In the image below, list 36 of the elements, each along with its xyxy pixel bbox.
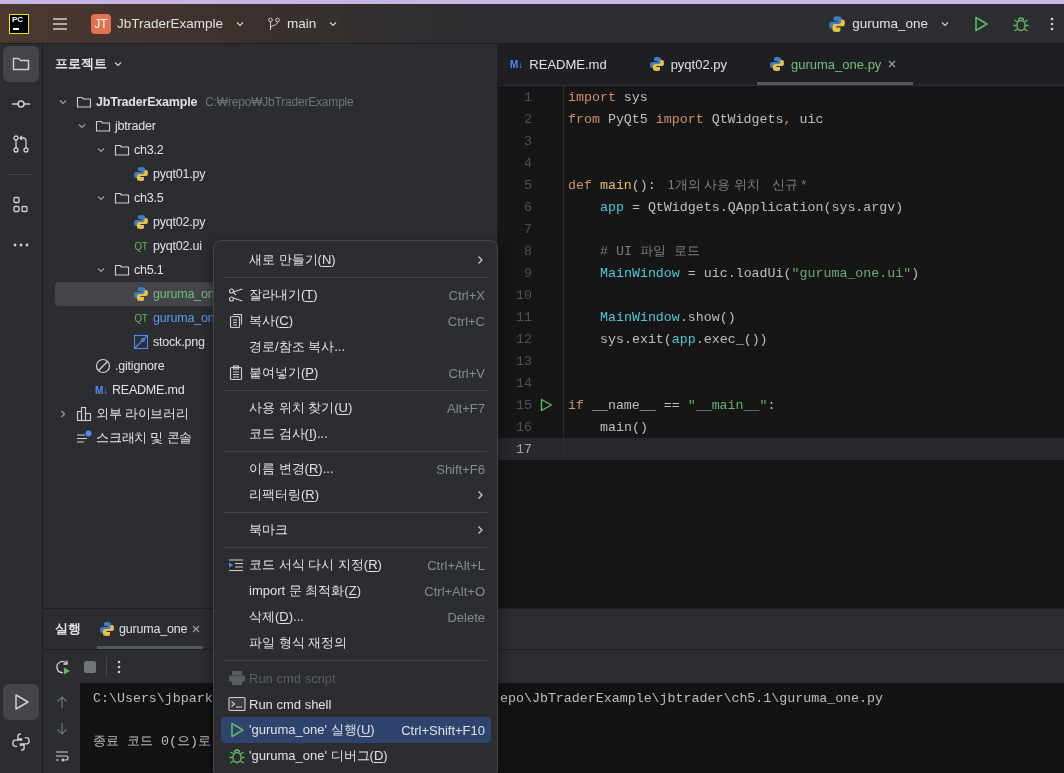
console-line: epo\JbTraderExample\jbtrader\ch5.1\guruma_one.py <box>500 690 883 706</box>
line-number: 9 <box>523 265 532 281</box>
line-number: 13 <box>515 353 532 369</box>
line-number: 10 <box>515 287 532 303</box>
console-line: 종료 코드 0(으)로 <box>93 734 211 749</box>
line-number: 12 <box>515 331 532 347</box>
line-number: 15 <box>515 397 532 413</box>
line-number: 11 <box>515 309 532 325</box>
panel-title: 실행 <box>55 620 81 638</box>
code-line: main() <box>600 419 648 435</box>
code-line: MainWindow.show() <box>600 309 736 325</box>
markdown-icon: M↓ <box>510 58 524 70</box>
code-line: app = QtWidgets.QApplication(sys.argv) <box>600 199 904 215</box>
markdown-icon: M↓ <box>95 384 108 396</box>
line-number: 14 <box>515 375 532 391</box>
code-line: # UI 파일 로드 <box>600 243 700 260</box>
code-line: sys.exit(app.exec_()) <box>600 331 768 347</box>
line-number: 7 <box>523 221 532 237</box>
line-number: 6 <box>523 199 532 215</box>
line-number: 1 <box>523 89 532 105</box>
code-line: from PyQt5 import QtWidgets, uic <box>568 111 824 127</box>
line-number: 16 <box>515 419 532 435</box>
qt-file-icon: QT <box>133 312 149 324</box>
code-line: def main(): 1개의 사용 위치 신규 * <box>568 176 807 194</box>
line-number: 8 <box>523 243 532 259</box>
line-number: 5 <box>523 177 532 193</box>
app-logo: PC <box>9 13 29 34</box>
code-line: MainWindow = uic.loadUi("guruma_one.ui") <box>600 265 920 281</box>
line-number: 3 <box>523 133 532 149</box>
code-line: if __name__ == "__main__": <box>568 397 776 413</box>
console-line: C:\Users\jbpark <box>93 690 213 706</box>
code-line: import sys <box>568 89 648 105</box>
line-number: 4 <box>523 155 532 171</box>
line-number: 17 <box>515 441 532 457</box>
qt-file-icon: QT <box>133 240 149 252</box>
line-number: 2 <box>523 111 532 127</box>
